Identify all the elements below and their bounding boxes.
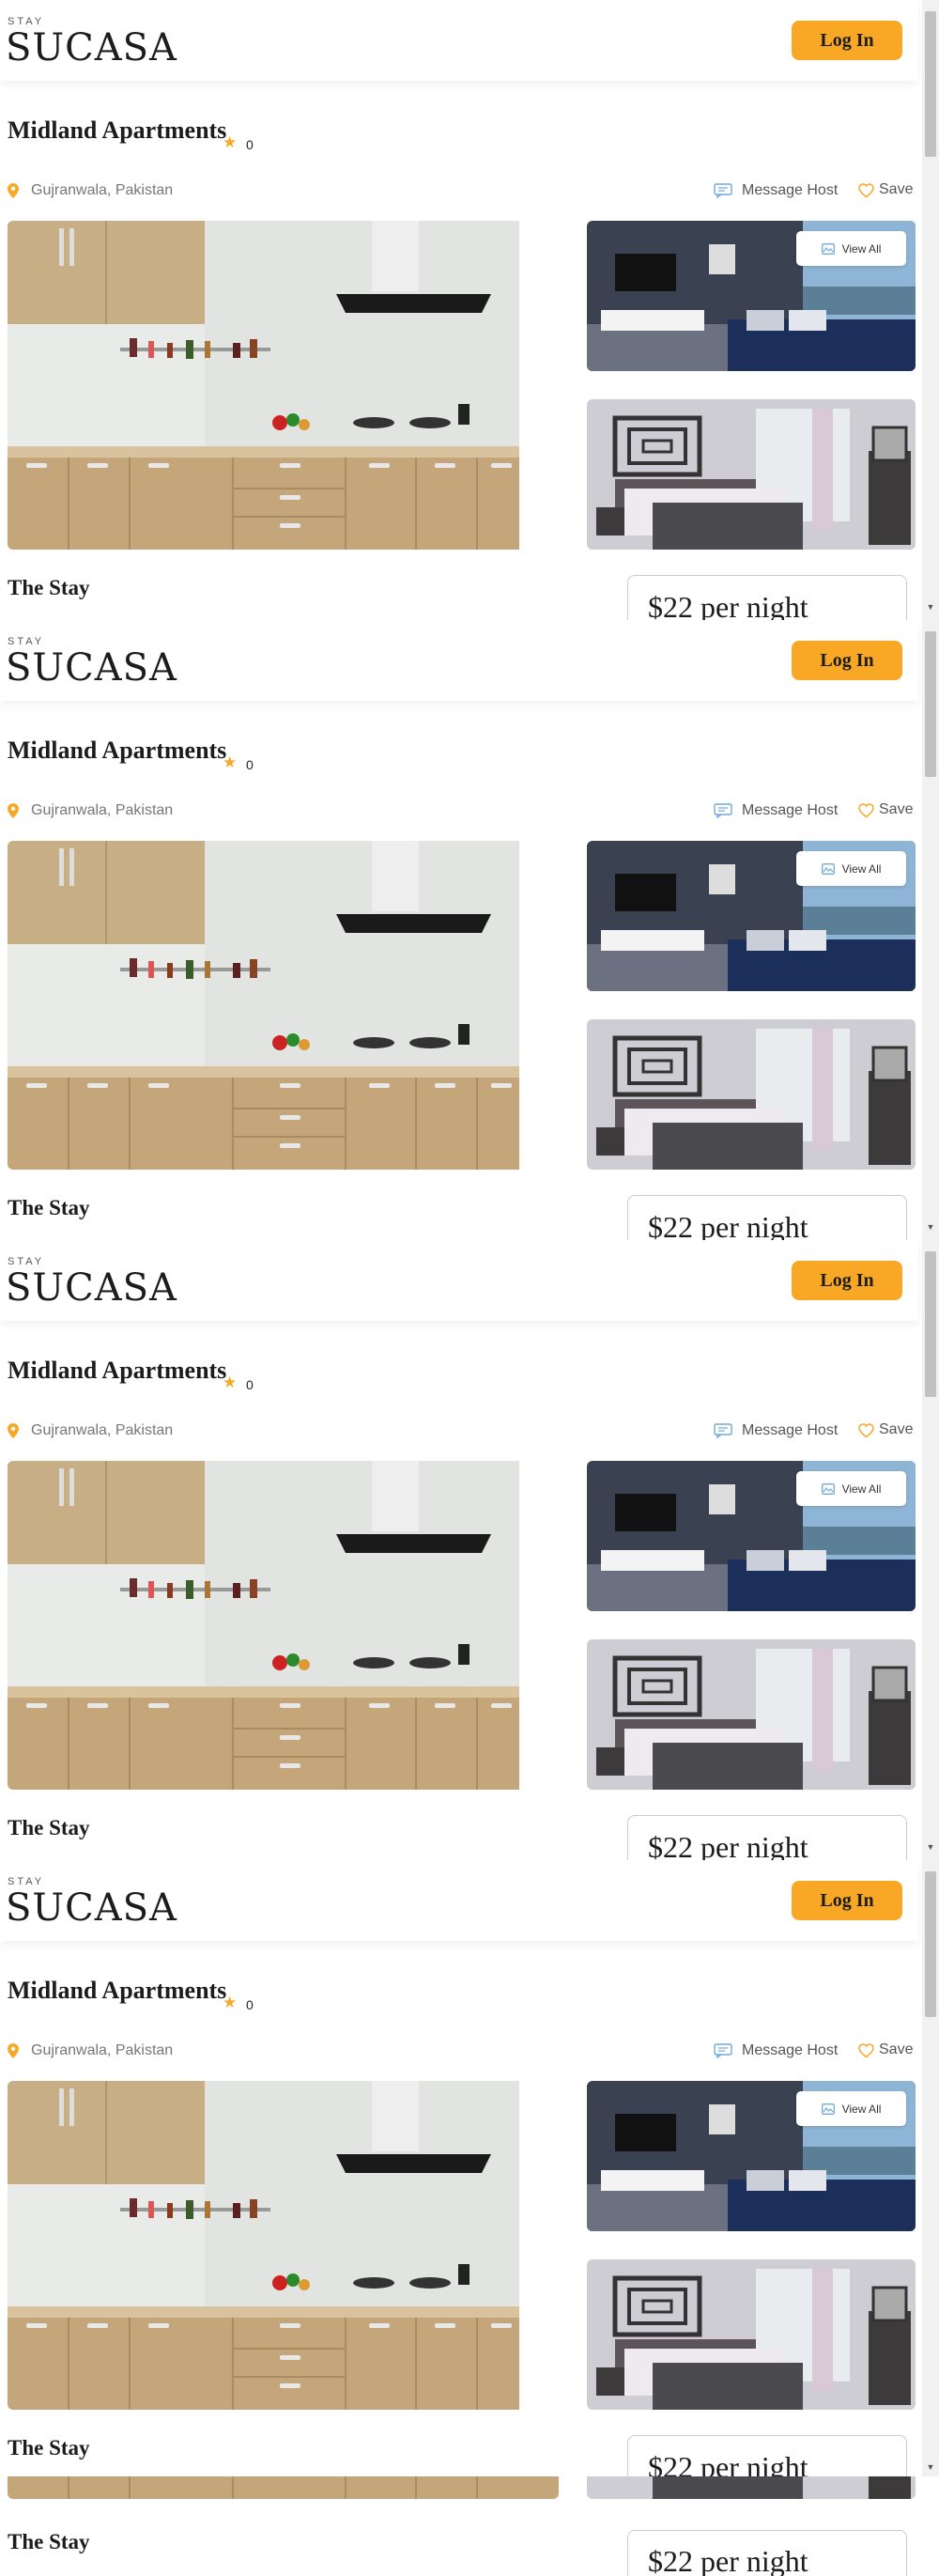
image-gallery-icon <box>821 1483 835 1496</box>
scroll-down-arrow-icon[interactable]: ▼ <box>925 601 936 613</box>
page-frame: STAY SUCASA Log In ▼ Midland Apartments … <box>0 1860 939 2480</box>
location-pin-icon <box>8 183 19 198</box>
price-per-night: $22 per night <box>648 1830 808 1860</box>
listing-title: Midland Apartments <box>8 737 227 764</box>
price-per-night: $22 per night <box>648 1210 808 1240</box>
scroll-down-arrow-icon[interactable]: ▼ <box>925 2461 936 2473</box>
listing-location: Gujranwala, Pakistan <box>31 182 174 198</box>
message-icon[interactable] <box>714 803 732 818</box>
scroll-down-arrow-icon[interactable]: ▼ <box>925 1841 936 1853</box>
page-frame: STAY SUCASA Log In ▼ Midland Apartments … <box>0 620 939 1240</box>
scrollbar-thumb[interactable] <box>925 1251 936 1397</box>
view-all-label: View All <box>841 861 882 876</box>
brand-logo[interactable]: SUCASA <box>6 1886 177 1930</box>
login-button[interactable]: Log In <box>792 641 902 680</box>
view-all-button[interactable]: View All <box>796 231 906 266</box>
listing-title: Midland Apartments <box>8 1977 227 2004</box>
location-pin-icon <box>8 803 19 818</box>
scrollbar-thumb[interactable] <box>925 631 936 777</box>
listing-title: Midland Apartments <box>8 116 227 144</box>
view-all-button[interactable]: View All <box>796 2091 906 2126</box>
message-host-link[interactable]: Message Host <box>742 802 838 819</box>
rating-count: 0 <box>246 1377 254 1392</box>
heart-icon[interactable] <box>858 183 874 198</box>
login-button[interactable]: Log In <box>792 21 902 60</box>
site-header: STAY SUCASA Log In <box>0 0 918 81</box>
rating-count: 0 <box>246 137 254 152</box>
listing-title: Midland Apartments <box>8 1357 227 1384</box>
save-link[interactable]: Save <box>879 2041 913 2058</box>
main-listing-photo[interactable] <box>8 221 559 550</box>
page-frame: STAY SUCASA Log In ▼ Midland Apartments … <box>0 0 939 620</box>
save-link[interactable]: Save <box>879 181 913 198</box>
section-title-the-stay-peek: The Stay <box>8 2530 90 2553</box>
view-all-label: View All <box>841 1482 882 1496</box>
page-frame: STAY SUCASA Log In ▼ Midland Apartments … <box>0 1240 939 1860</box>
brand-logo[interactable]: SUCASA <box>6 646 177 690</box>
view-all-button[interactable]: View All <box>796 1471 906 1506</box>
star-icon: ★ <box>223 1994 238 2011</box>
site-header: STAY SUCASA Log In <box>0 1860 918 1941</box>
view-all-button[interactable]: View All <box>796 851 906 886</box>
section-title-the-stay: The Stay <box>8 1816 90 1839</box>
brand-logo[interactable]: SUCASA <box>6 26 177 70</box>
heart-icon[interactable] <box>858 1423 874 1438</box>
listing-location: Gujranwala, Pakistan <box>31 802 174 818</box>
side-listing-photo-2[interactable] <box>587 1019 916 1170</box>
location-pin-icon <box>8 2043 19 2058</box>
view-all-label: View All <box>841 2102 882 2116</box>
rating-count: 0 <box>246 757 254 772</box>
section-title-the-stay: The Stay <box>8 2436 90 2460</box>
side-listing-photo-2[interactable] <box>587 2259 916 2410</box>
main-listing-photo[interactable] <box>8 2081 559 2410</box>
section-title-the-stay: The Stay <box>8 576 90 599</box>
star-icon: ★ <box>223 1373 238 1391</box>
login-button[interactable]: Log In <box>792 1881 902 1920</box>
message-icon[interactable] <box>714 183 732 198</box>
location-pin-icon <box>8 1423 19 1438</box>
main-listing-photo[interactable] <box>8 841 559 1170</box>
message-host-link[interactable]: Message Host <box>742 2042 838 2059</box>
login-button[interactable]: Log In <box>792 1261 902 1300</box>
listing-location: Gujranwala, Pakistan <box>31 2042 174 2058</box>
side-listing-photo-2[interactable] <box>587 1639 916 1790</box>
listing-location: Gujranwala, Pakistan <box>31 1422 174 1438</box>
side-listing-photo-2[interactable] <box>587 399 916 550</box>
brand-logo[interactable]: SUCASA <box>6 1266 177 1310</box>
star-icon: ★ <box>223 133 238 151</box>
message-icon[interactable] <box>714 1423 732 1438</box>
price-per-night: $22 per night <box>648 590 808 620</box>
image-gallery-icon <box>821 2103 835 2116</box>
image-gallery-icon <box>821 243 835 256</box>
main-listing-photo-peek <box>8 2476 559 2499</box>
rating-count: 0 <box>246 1997 254 2012</box>
message-icon[interactable] <box>714 2043 732 2058</box>
image-gallery-icon <box>821 863 835 876</box>
site-header: STAY SUCASA Log In <box>0 620 918 701</box>
section-title-the-stay: The Stay <box>8 1196 90 1219</box>
side-listing-photo-peek <box>587 2476 916 2499</box>
price-per-night-peek: $22 per night <box>648 2544 808 2576</box>
message-host-link[interactable]: Message Host <box>742 1422 838 1439</box>
scrollbar-thumb[interactable] <box>925 11 936 157</box>
star-icon: ★ <box>223 753 238 771</box>
heart-icon[interactable] <box>858 803 874 818</box>
scrollbar-thumb[interactable] <box>925 1871 936 2017</box>
site-header: STAY SUCASA Log In <box>0 1240 918 1321</box>
bottom-peek: The Stay $22 per night <box>0 2476 939 2576</box>
view-all-label: View All <box>841 241 882 256</box>
main-listing-photo[interactable] <box>8 1461 559 1790</box>
save-link[interactable]: Save <box>879 1421 913 1438</box>
message-host-link[interactable]: Message Host <box>742 182 838 199</box>
heart-icon[interactable] <box>858 2043 874 2058</box>
scroll-down-arrow-icon[interactable]: ▼ <box>925 1221 936 1233</box>
save-link[interactable]: Save <box>879 801 913 818</box>
